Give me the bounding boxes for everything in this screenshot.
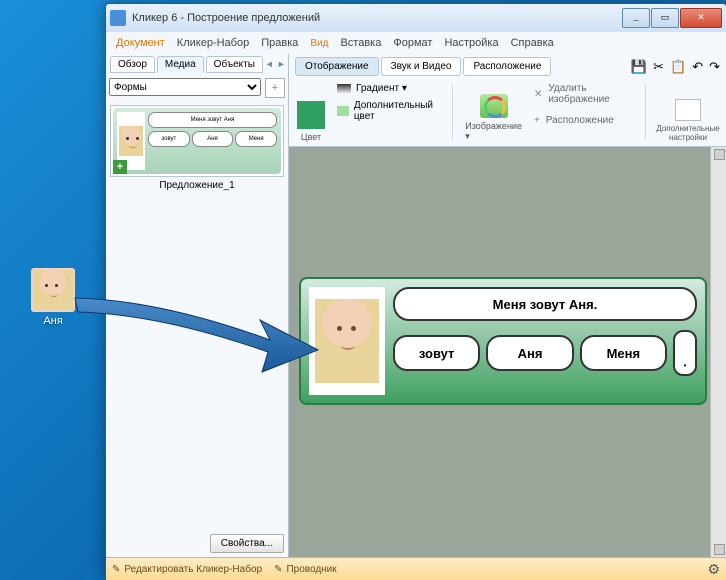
menu-settings[interactable]: Настройка bbox=[444, 37, 498, 49]
status-bar: ✎Редактировать Кликер-Набор ✎Проводник ⚙ bbox=[106, 557, 726, 580]
position-link[interactable]: +Расположение bbox=[534, 115, 633, 126]
app-window: Кликер 6 - Построение предложений _ ▭ ✕ … bbox=[105, 3, 726, 580]
left-panel: Обзор Медиа Объекты ◄ ► ▤ Формы + bbox=[106, 54, 289, 557]
menu-insert[interactable]: Вставка bbox=[340, 37, 381, 49]
menu-help[interactable]: Справка bbox=[511, 37, 554, 49]
menu-format[interactable]: Формат bbox=[393, 37, 432, 49]
forms-select[interactable]: Формы bbox=[109, 78, 261, 96]
pencil-icon: ✎ bbox=[274, 564, 282, 575]
menu-edit[interactable]: Правка bbox=[261, 37, 298, 49]
thumb-sentence: Меня зовут Аня bbox=[148, 112, 277, 128]
thumb-cell: зовут bbox=[148, 131, 190, 147]
gradient-option[interactable]: Градиент ▾ bbox=[337, 83, 440, 94]
delete-image-link[interactable]: ✕Удалить изображение bbox=[534, 83, 633, 105]
edit-set-button[interactable]: ✎Редактировать Кликер-Набор bbox=[112, 564, 262, 575]
right-area: Отображение Звук и Видео Расположение 💾 … bbox=[289, 54, 726, 557]
tab-media[interactable]: Медиа bbox=[157, 56, 204, 73]
gear-icon[interactable]: ⚙ bbox=[707, 561, 720, 578]
nav-prev-icon[interactable]: ◄ bbox=[265, 59, 274, 70]
tooltab-sound[interactable]: Звук и Видео bbox=[381, 57, 462, 76]
tab-overview[interactable]: Обзор bbox=[110, 56, 155, 73]
desktop-icon-anya[interactable]: Аня bbox=[28, 268, 78, 327]
image-actions: ✕Удалить изображение +Расположение bbox=[534, 83, 633, 142]
redo-icon[interactable]: ↷ bbox=[709, 59, 720, 75]
tooltab-position[interactable]: Расположение bbox=[463, 57, 551, 76]
vertical-scrollbar[interactable] bbox=[710, 147, 726, 557]
color-swatch[interactable] bbox=[297, 101, 325, 129]
properties-button[interactable]: Свойства... bbox=[210, 534, 284, 553]
group-color: Цвет bbox=[297, 83, 325, 142]
group-extra[interactable]: Дополнительные настройки bbox=[658, 83, 718, 142]
thumb-cell: Аня bbox=[192, 131, 234, 147]
card-photo[interactable] bbox=[309, 287, 385, 395]
tab-objects[interactable]: Объекты bbox=[206, 56, 263, 73]
menu-view[interactable]: Вид bbox=[310, 38, 328, 49]
thumbnail-name: Предложение_1 bbox=[110, 177, 284, 194]
save-icon[interactable]: 💾 bbox=[631, 59, 647, 75]
word-button-3[interactable]: Меня bbox=[580, 335, 667, 371]
group-image[interactable]: Изображение ▾ bbox=[465, 83, 522, 142]
image-icon bbox=[480, 94, 508, 118]
undo-icon[interactable]: ↶ bbox=[692, 59, 703, 75]
desktop-icon-label: Аня bbox=[28, 315, 78, 327]
cut-icon[interactable]: ✂ bbox=[653, 59, 664, 75]
addcolor-option[interactable]: Дополнительный цвет bbox=[337, 100, 440, 122]
nav-next-icon[interactable]: ► bbox=[277, 59, 286, 70]
tooltab-display[interactable]: Отображение bbox=[295, 57, 379, 76]
thumbnail-list: Меня зовут Аня зовут Аня Меня + Предложе… bbox=[106, 101, 288, 530]
word-button-2[interactable]: Аня bbox=[486, 335, 573, 371]
titlebar[interactable]: Кликер 6 - Построение предложений _ ▭ ✕ bbox=[106, 4, 726, 32]
explorer-button[interactable]: ✎Проводник bbox=[274, 564, 337, 575]
sentence-card[interactable]: Меня зовут Аня. зовут Аня Меня • bbox=[299, 277, 707, 405]
app-icon bbox=[110, 10, 126, 26]
add-form-button[interactable]: + bbox=[265, 78, 285, 98]
thumbnail-item[interactable]: Меня зовут Аня зовут Аня Меня + bbox=[110, 105, 284, 177]
sentence-display[interactable]: Меня зовут Аня. bbox=[393, 287, 697, 321]
color-options: Градиент ▾ Дополнительный цвет bbox=[337, 83, 440, 142]
menu-document[interactable]: Документ bbox=[116, 37, 165, 49]
close-button[interactable]: ✕ bbox=[680, 8, 722, 28]
menu-clicker-set[interactable]: Кликер-Набор bbox=[177, 37, 249, 49]
pencil-icon: ✎ bbox=[112, 564, 120, 575]
menubar: Документ Кликер-Набор Правка Вид Вставка… bbox=[106, 32, 726, 54]
thumb-cell: Меня bbox=[235, 131, 277, 147]
ribbon-toolbar: Отображение Звук и Видео Расположение 💾 … bbox=[289, 54, 726, 147]
minimize-button[interactable]: _ bbox=[622, 8, 650, 28]
add-slide-icon[interactable]: + bbox=[113, 160, 127, 174]
avatar bbox=[31, 268, 75, 312]
speaker-button[interactable]: • bbox=[673, 330, 697, 376]
word-button-1[interactable]: зовут bbox=[393, 335, 480, 371]
maximize-button[interactable]: ▭ bbox=[651, 8, 679, 28]
canvas[interactable]: Меня зовут Аня. зовут Аня Меня • bbox=[289, 147, 710, 557]
window-title: Кликер 6 - Построение предложений bbox=[132, 12, 622, 24]
paste-icon[interactable]: 📋 bbox=[670, 59, 686, 75]
